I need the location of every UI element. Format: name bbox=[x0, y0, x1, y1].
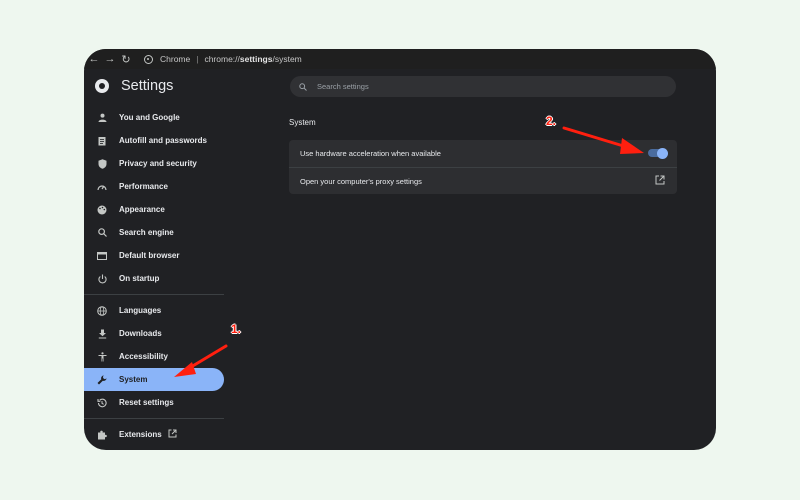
search-input[interactable] bbox=[315, 81, 639, 92]
back-arrow-icon[interactable]: ← bbox=[86, 53, 102, 65]
sidebar-item-performance[interactable]: Performance bbox=[84, 175, 224, 198]
settings-header: Settings bbox=[84, 69, 716, 103]
sidebar-item-label: System bbox=[119, 375, 148, 384]
sidebar-item-label: On startup bbox=[119, 274, 160, 283]
hardware-acceleration-label: Use hardware acceleration when available bbox=[300, 149, 441, 158]
sidebar-item-search-engine[interactable]: Search engine bbox=[84, 221, 224, 244]
sidebar-item-you-and-google[interactable]: You and Google bbox=[84, 106, 224, 129]
reload-icon[interactable]: ↻ bbox=[118, 53, 134, 66]
url-path: /system bbox=[272, 54, 302, 64]
site-name: Chrome bbox=[160, 54, 191, 64]
chrome-site-icon bbox=[144, 54, 153, 64]
sidebar-item-default-browser[interactable]: Default browser bbox=[84, 244, 224, 267]
sidebar-item-reset-settings[interactable]: Reset settings bbox=[84, 391, 224, 414]
sidebar-item-label: Performance bbox=[119, 182, 168, 191]
sidebar-divider bbox=[84, 418, 224, 419]
url-separator: | bbox=[196, 54, 199, 64]
page-title: Settings bbox=[121, 78, 174, 94]
sidebar-item-languages[interactable]: Languages bbox=[84, 299, 224, 322]
search-box[interactable] bbox=[290, 76, 676, 97]
forward-arrow-icon[interactable]: → bbox=[102, 53, 118, 65]
sidebar-item-label: Search engine bbox=[119, 228, 174, 237]
address-bar: ← → ↻ Chrome | chrome://settings/system bbox=[84, 49, 716, 69]
sidebar-divider bbox=[84, 294, 224, 295]
sidebar-item-label: Autofill and passwords bbox=[119, 136, 208, 145]
open-external-icon bbox=[168, 429, 177, 440]
sidebar-item-label: Downloads bbox=[119, 329, 162, 338]
sidebar-item-label: Extensions bbox=[119, 430, 162, 439]
globe-icon bbox=[97, 305, 107, 316]
proxy-settings-label: Open your computer's proxy settings bbox=[300, 176, 422, 186]
open-external-icon[interactable] bbox=[655, 175, 665, 188]
hardware-acceleration-toggle[interactable] bbox=[648, 147, 668, 159]
step-2-arrow bbox=[562, 126, 644, 154]
step-1-arrow bbox=[174, 344, 228, 377]
search-icon bbox=[299, 82, 307, 91]
browser-window: ← → ↻ Chrome | chrome://settings/system … bbox=[84, 49, 716, 450]
sidebar-item-privacy[interactable]: Privacy and security bbox=[84, 152, 224, 175]
wrench-icon bbox=[97, 375, 107, 385]
url-prefix: chrome:// bbox=[204, 54, 240, 64]
sidebar-item-label: Default browser bbox=[119, 251, 180, 260]
sidebar-item-label: You and Google bbox=[119, 113, 180, 122]
toggle-knob bbox=[657, 147, 668, 159]
puzzle-icon bbox=[97, 430, 107, 440]
sidebar-item-label: Appearance bbox=[119, 205, 165, 214]
url-host: settings bbox=[239, 54, 273, 64]
sidebar-item-label: Accessibility bbox=[119, 352, 168, 361]
speedometer-icon bbox=[97, 182, 107, 192]
browser-icon bbox=[97, 251, 107, 261]
sidebar-item-label: Reset settings bbox=[119, 398, 174, 407]
download-icon bbox=[97, 329, 107, 339]
step-2-label: 2. bbox=[546, 114, 557, 128]
sidebar-item-autofill[interactable]: Autofill and passwords bbox=[84, 129, 224, 152]
sidebar-item-extensions[interactable]: Extensions bbox=[84, 423, 224, 446]
clipboard-icon bbox=[97, 136, 107, 146]
sidebar-item-on-startup[interactable]: On startup bbox=[84, 267, 224, 290]
person-icon bbox=[97, 113, 107, 123]
sidebar-item-label: Languages bbox=[119, 306, 162, 315]
power-icon bbox=[97, 274, 107, 284]
search-icon bbox=[97, 228, 107, 238]
chrome-logo-icon bbox=[95, 79, 109, 93]
shield-icon bbox=[97, 158, 107, 169]
sidebar-item-label: Privacy and security bbox=[119, 159, 197, 168]
palette-icon bbox=[97, 205, 107, 215]
proxy-settings-row[interactable]: Open your computer's proxy settings bbox=[289, 167, 677, 194]
section-title: System bbox=[289, 118, 316, 127]
step-1-label: 1. bbox=[231, 322, 242, 336]
history-icon bbox=[97, 398, 107, 408]
accessibility-icon bbox=[97, 351, 107, 362]
sidebar-item-appearance[interactable]: Appearance bbox=[84, 198, 224, 221]
url-field[interactable]: Chrome | chrome://settings/system bbox=[144, 54, 302, 64]
